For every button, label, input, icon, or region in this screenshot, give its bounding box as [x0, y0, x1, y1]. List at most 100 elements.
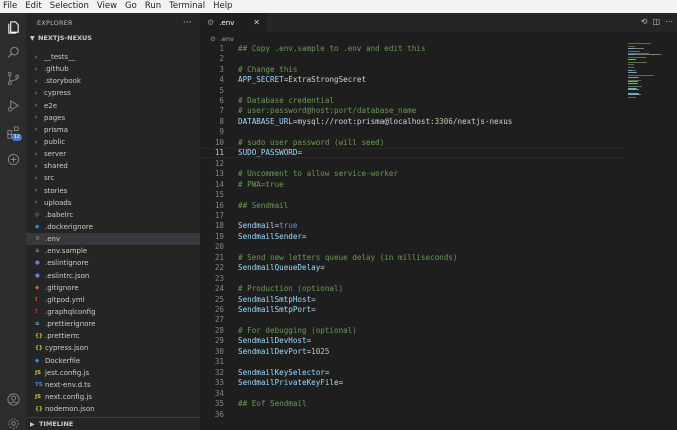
file-item[interactable]: {} .prettierrc: [26, 330, 200, 342]
file-item[interactable]: JS next.config.js: [26, 391, 200, 403]
code-line[interactable]: 23: [200, 273, 624, 284]
code-line[interactable]: 30 SendmailDevPort=1025: [200, 346, 624, 357]
folder-item[interactable]: › prisma: [26, 124, 200, 136]
code-line[interactable]: 8 DATABASE_URL=mysql://root:prisma@localh…: [200, 116, 624, 127]
code-line[interactable]: 26 SendmailSmtpPort=: [200, 304, 624, 315]
file-item[interactable]: ◇ .babelrc: [26, 209, 200, 221]
code-editor[interactable]: 1 ## Copy .env.sample to .env and edit th…: [200, 43, 677, 430]
line-number: 15: [214, 190, 224, 200]
code-line[interactable]: 3 # Change this: [200, 64, 624, 75]
code-line[interactable]: 29 SendmailDevHost=: [200, 336, 624, 347]
explorer-icon[interactable]: [3, 17, 23, 37]
menu-item-terminal[interactable]: Terminal: [165, 0, 209, 13]
remote-explorer-icon[interactable]: [3, 149, 23, 169]
code-line[interactable]: 17: [200, 210, 624, 221]
code-line[interactable]: 27: [200, 315, 624, 326]
search-icon[interactable]: [3, 42, 23, 62]
code-line[interactable]: 1 ## Copy .env.sample to .env and edit th…: [200, 43, 624, 54]
folder-item[interactable]: › shared: [26, 160, 200, 172]
folder-item[interactable]: › stories: [26, 185, 200, 197]
code-line[interactable]: 32 SendmailKeySelector=: [200, 367, 624, 378]
file-item[interactable]: ● .eslintignore: [26, 257, 200, 269]
timeline-history-icon[interactable]: ⟲: [641, 17, 648, 26]
token-key: SendmailSmtpPort: [238, 305, 312, 314]
menu-item-help[interactable]: Help: [209, 0, 236, 13]
code-line[interactable]: 7 # user:password@host:port/database_name: [200, 106, 624, 117]
timeline-section[interactable]: ▶ TIMELINE: [26, 417, 200, 430]
menu-item-selection[interactable]: Selection: [46, 0, 93, 13]
workspace-folder-header[interactable]: ▼ NEXTJS-NEXUS: [26, 32, 200, 44]
file-item[interactable]: JS jest.config.js: [26, 367, 200, 379]
code-line[interactable]: 33 SendmailPrivateKeyFile=: [200, 377, 624, 388]
code-line[interactable]: 13 # Uncomment to allow service-worker: [200, 168, 624, 179]
file-item[interactable]: ◆ .dockerignore: [26, 221, 200, 233]
file-item[interactable]: ⚙ .env: [26, 233, 200, 246]
folder-item[interactable]: › public: [26, 136, 200, 148]
file-item[interactable]: ≡ .prettierignore: [26, 318, 200, 330]
source-control-icon[interactable]: [3, 68, 23, 88]
minimap[interactable]: [628, 43, 668, 103]
code-line[interactable]: 22 SendmailQueueDelay=: [200, 262, 624, 273]
json-icon: {}: [35, 406, 43, 413]
code-line[interactable]: 9: [200, 127, 624, 138]
code-line[interactable]: 28 # For debugging (optional): [200, 325, 624, 336]
code-line[interactable]: 35 ## Eof Sendmail: [200, 398, 624, 409]
code-line[interactable]: 34: [200, 388, 624, 399]
folder-item[interactable]: › pages: [26, 112, 200, 124]
folder-item[interactable]: › uploads: [26, 197, 200, 209]
code-line[interactable]: 2: [200, 53, 624, 64]
code-line[interactable]: 25 SendmailSmtpHost=: [200, 294, 624, 305]
account-icon[interactable]: [3, 389, 23, 409]
file-item[interactable]: {} cypress.json: [26, 342, 200, 354]
code-line[interactable]: 31: [200, 357, 624, 368]
file-item[interactable]: ! .graphqlconfig: [26, 306, 200, 318]
code-line[interactable]: 16 ## Sendmail: [200, 200, 624, 211]
manage-gear-icon[interactable]: [3, 413, 23, 430]
file-item[interactable]: ◆ Dockerfile: [26, 355, 200, 367]
chevron-right-icon: ›: [35, 187, 38, 195]
folder-item[interactable]: › __tests__: [26, 51, 200, 63]
more-actions-icon[interactable]: ···: [183, 18, 192, 28]
code-line[interactable]: 10 # sudo user password (will seed): [200, 137, 624, 148]
code-line[interactable]: 15: [200, 189, 624, 200]
file-item[interactable]: ! .gitpod.yml: [26, 294, 200, 306]
extensions-icon[interactable]: 12: [3, 122, 23, 142]
folder-item[interactable]: › cypress: [26, 87, 200, 99]
line-number: 28: [214, 325, 224, 335]
code-line[interactable]: 5: [200, 85, 624, 96]
folder-item[interactable]: › src: [26, 172, 200, 184]
file-item[interactable]: TS next-env.d.ts: [26, 379, 200, 391]
file-item[interactable]: ◆ .gitignore: [26, 282, 200, 294]
code-line[interactable]: 21 # Send new letters queue delay (in mil…: [200, 252, 624, 263]
code-line[interactable]: 6 # Database credential: [200, 95, 624, 106]
folder-item[interactable]: › server: [26, 148, 200, 160]
split-editor-icon[interactable]: ◫: [652, 17, 660, 26]
menu-item-go[interactable]: Go: [121, 0, 141, 13]
code-line[interactable]: 11 SUDO_PASSWORD=: [200, 147, 624, 158]
menu-item-edit[interactable]: Edit: [21, 0, 45, 13]
menu-item-view[interactable]: View: [93, 0, 121, 13]
token-comment: ## Copy .env.sample to .env and edit thi…: [238, 43, 426, 53]
code-line[interactable]: 14 # PWA=true: [200, 179, 624, 190]
code-line[interactable]: 18 Sendmail=true: [200, 221, 624, 232]
file-item[interactable]: ● .eslintrc.json: [26, 270, 200, 282]
folder-item[interactable]: › .storybook: [26, 75, 200, 87]
file-item[interactable]: ≡ .env.sample: [26, 245, 200, 257]
menu-item-run[interactable]: Run: [141, 0, 165, 13]
file-item[interactable]: {} nodemon.json: [26, 403, 200, 415]
code-line[interactable]: 36: [200, 409, 624, 420]
file-name: jest.config.js: [45, 368, 90, 377]
code-line[interactable]: 12: [200, 158, 624, 169]
code-line[interactable]: 20: [200, 242, 624, 253]
code-line[interactable]: 4 APP_SECRET=ExtraStrongSecret: [200, 74, 624, 85]
folder-name: __tests__: [44, 53, 76, 62]
run-debug-icon[interactable]: [3, 95, 23, 115]
folder-item[interactable]: › e2e: [26, 100, 200, 112]
folder-item[interactable]: › .github: [26, 63, 200, 75]
menu-item-file[interactable]: File: [0, 0, 21, 13]
more-actions-icon[interactable]: ⋯: [665, 17, 673, 26]
close-icon[interactable]: ✕: [253, 18, 260, 27]
tab-env[interactable]: ⚙ .env ✕: [200, 13, 266, 32]
code-line[interactable]: 19 SendmailSender=: [200, 231, 624, 242]
code-line[interactable]: 24 # Production (optional): [200, 283, 624, 294]
